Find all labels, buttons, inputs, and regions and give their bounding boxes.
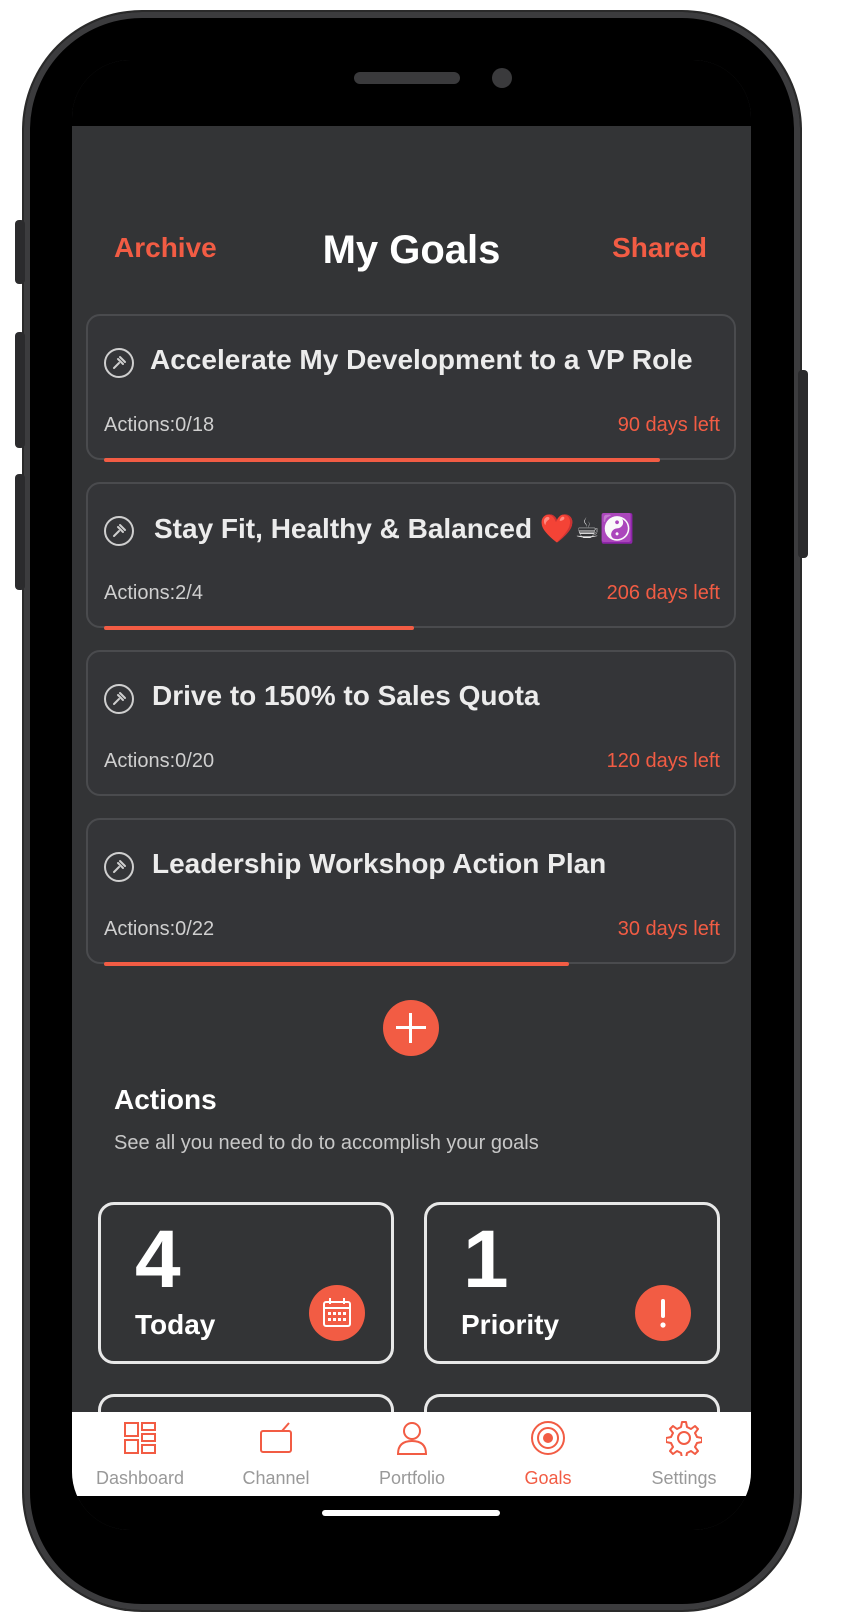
goal-card[interactable]: Accelerate My Development to a VP Role A…: [86, 314, 736, 462]
volume-up-button: [15, 332, 25, 448]
pin-icon[interactable]: [104, 852, 134, 882]
goal-actions-count: Actions:0/20: [104, 750, 215, 772]
goal-days-left: 30 days left: [617, 918, 720, 940]
app-screen: Archive My Goals Shared Accelerate My De…: [72, 60, 751, 1530]
tv-icon: [260, 1422, 292, 1453]
tab-channel[interactable]: Channel: [216, 1412, 336, 1496]
notch: [218, 60, 604, 112]
goal-card[interactable]: Leadership Workshop Action Plan Actions:…: [86, 818, 736, 966]
actions-heading: Actions: [114, 1084, 217, 1115]
tab-portfolio[interactable]: Portfolio: [352, 1412, 472, 1496]
pin-icon[interactable]: [104, 684, 134, 714]
pin-icon[interactable]: [104, 516, 134, 546]
priority-tile[interactable]: 1 Priority: [424, 1202, 720, 1364]
tab-label: Settings: [651, 1468, 717, 1488]
home-indicator[interactable]: [322, 1510, 500, 1516]
goal-actions-count: Actions:2/4: [104, 582, 203, 604]
goal-days-left: 206 days left: [606, 582, 720, 604]
goal-actions-count: Actions:0/22: [104, 918, 215, 940]
goal-title: Drive to 150% to Sales Quota: [152, 680, 540, 711]
tab-label: Goals: [524, 1468, 572, 1488]
goal-title: Accelerate My Development to a VP Role: [150, 344, 693, 375]
speaker-grille: [354, 72, 460, 84]
goal-progress-bar: [104, 626, 414, 630]
priority-count: 1: [463, 1214, 509, 1305]
front-camera: [492, 68, 512, 88]
dashboard-icon: [124, 1422, 156, 1454]
shared-link[interactable]: Shared: [612, 232, 707, 264]
tab-label: Dashboard: [95, 1468, 185, 1488]
goal-card[interactable]: Stay Fit, Healthy & Balanced ❤️☕☯️ Actio…: [86, 482, 736, 630]
today-label: Today: [135, 1309, 216, 1340]
tab-settings[interactable]: Settings: [624, 1412, 744, 1496]
gear-icon: [666, 1421, 702, 1456]
mute-switch: [15, 220, 25, 284]
home-indicator-area: [72, 1496, 751, 1530]
today-count: 4: [135, 1214, 181, 1305]
tab-bar: Dashboard Channel Portfolio Goals Settin…: [72, 1412, 751, 1496]
tab-goals[interactable]: Goals: [488, 1412, 608, 1496]
goal-card[interactable]: Drive to 150% to Sales Quota Actions:0/2…: [86, 650, 736, 796]
goal-title: Stay Fit, Healthy & Balanced ❤️☕☯️: [154, 513, 635, 544]
goal-progress-bar: [104, 962, 569, 966]
tab-dashboard[interactable]: Dashboard: [80, 1412, 200, 1496]
goal-actions-count: Actions:0/18: [104, 414, 215, 436]
exclamation-icon: [635, 1285, 691, 1341]
priority-label: Priority: [461, 1309, 560, 1340]
goal-title: Leadership Workshop Action Plan: [152, 848, 607, 879]
actions-subtitle: See all you need to do to accomplish you…: [114, 1132, 539, 1154]
goal-progress-bar: [104, 458, 660, 462]
goal-days-left: 120 days left: [606, 750, 720, 772]
pin-icon[interactable]: [104, 348, 134, 378]
today-tile[interactable]: 4 Today: [98, 1202, 394, 1364]
person-icon: [396, 1422, 428, 1455]
add-goal-button[interactable]: [383, 1000, 439, 1056]
target-icon: [531, 1421, 565, 1455]
power-button: [798, 370, 808, 558]
tab-label: Channel: [242, 1468, 310, 1488]
volume-down-button: [15, 474, 25, 590]
tab-label: Portfolio: [378, 1468, 446, 1488]
goal-days-left: 90 days left: [617, 414, 720, 436]
calendar-icon: [309, 1285, 365, 1341]
